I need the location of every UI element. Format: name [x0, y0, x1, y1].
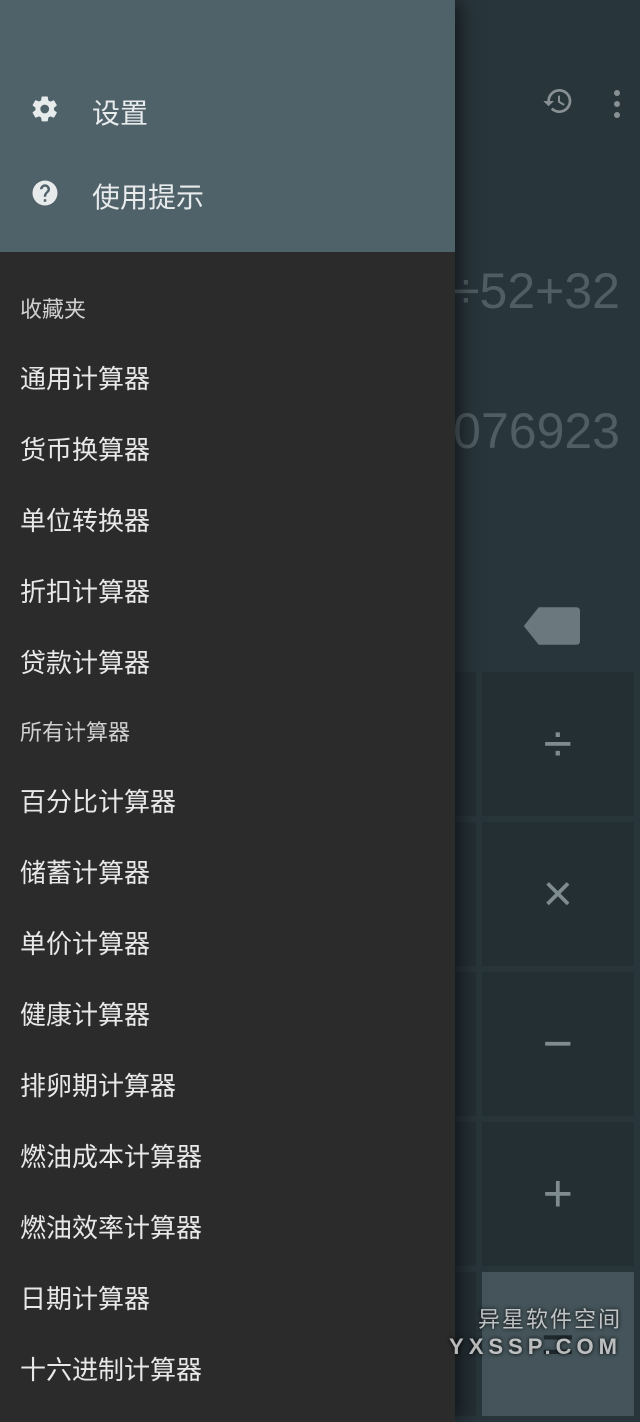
drawer-item[interactable]: 单位转换器 — [20, 484, 435, 555]
drawer-item[interactable]: 储蓄计算器 — [20, 836, 435, 907]
drawer-settings[interactable]: 设置 — [0, 70, 455, 154]
drawer-item[interactable]: 单价计算器 — [20, 907, 435, 978]
drawer-item[interactable]: 健康计算器 — [20, 978, 435, 1049]
drawer-item[interactable]: 燃油成本计算器 — [20, 1120, 435, 1191]
drawer-item[interactable]: 排卵期计算器 — [20, 1049, 435, 1120]
drawer-item[interactable]: 燃油效率计算器 — [20, 1191, 435, 1262]
help-icon — [30, 178, 60, 215]
drawer-item[interactable]: 通用计算器 — [20, 342, 435, 413]
drawer-item[interactable]: 十六进制计算器 — [20, 1333, 435, 1404]
section-favorites: 收藏夹 — [20, 274, 435, 342]
drawer-item[interactable]: 百分比计算器 — [20, 765, 435, 836]
drawer-item[interactable]: 世界时间转换器 — [20, 1404, 435, 1422]
drawer-item[interactable]: 折扣计算器 — [20, 555, 435, 626]
drawer-help[interactable]: 使用提示 — [0, 154, 455, 238]
drawer-item[interactable]: 日期计算器 — [20, 1262, 435, 1333]
drawer-item[interactable]: 贷款计算器 — [20, 626, 435, 697]
gear-icon — [30, 94, 60, 131]
drawer-item[interactable]: 货币换算器 — [20, 413, 435, 484]
drawer-settings-label: 设置 — [92, 92, 148, 132]
drawer-help-label: 使用提示 — [92, 176, 204, 216]
navigation-drawer: 设置 使用提示 收藏夹 通用计算器 货币换算器 单位转换器 折扣计算器 贷款计算… — [0, 0, 455, 1422]
section-all: 所有计算器 — [20, 697, 435, 765]
